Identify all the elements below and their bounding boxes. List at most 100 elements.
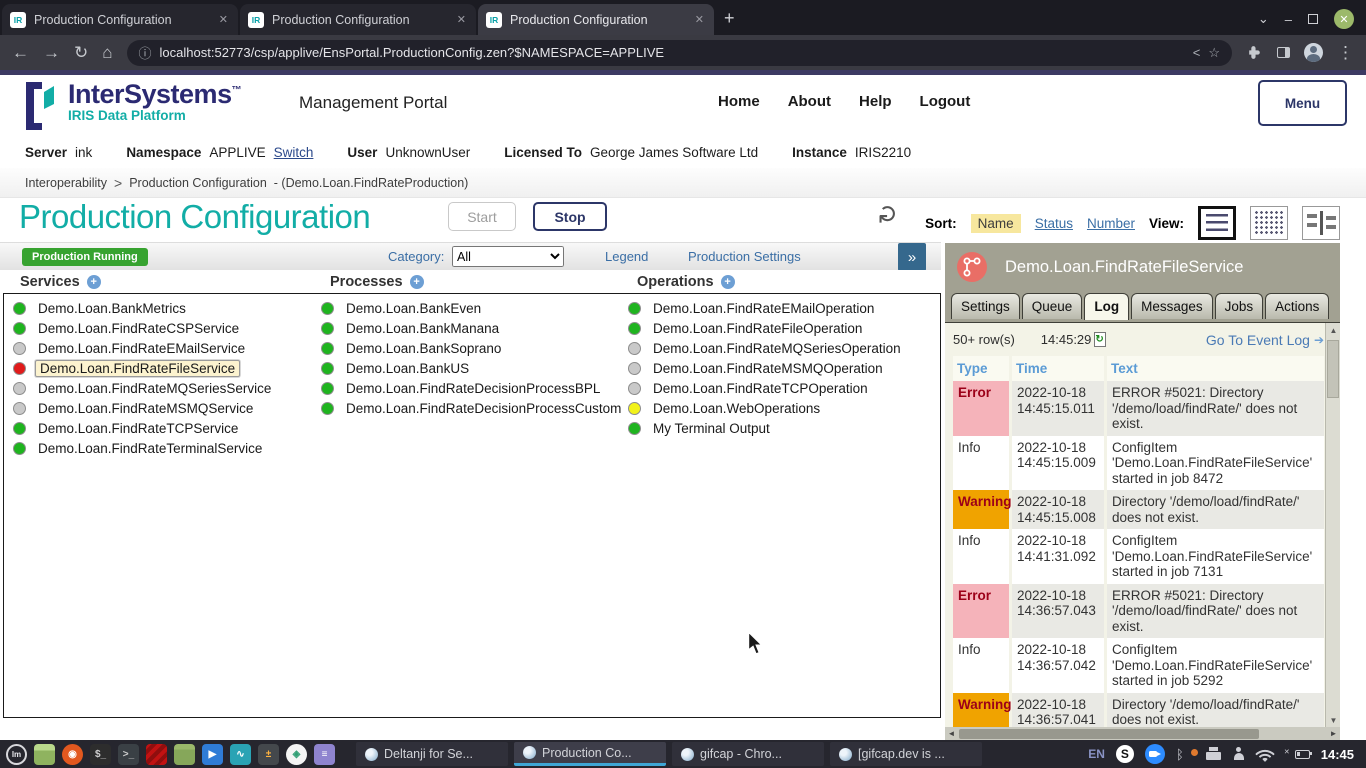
service-item[interactable]: Demo.Loan.FindRateTCPService [13,418,274,438]
skype-tray-icon[interactable]: S [1116,745,1134,763]
taskbar-window-button[interactable]: [gifcap.dev is ... [830,742,982,766]
restore-icon[interactable] [1308,14,1318,24]
legend-link[interactable]: Legend [605,249,648,264]
service-item[interactable]: Demo.Loan.FindRateEMailService [13,338,274,358]
service-item[interactable]: Demo.Loan.FindRateMSMQService [13,398,274,418]
auto-refresh-icon[interactable]: ↻ [1094,332,1106,347]
close-window-icon[interactable]: ✕ [1334,9,1354,29]
browser-tab-1[interactable]: IR Production Configuration ✕ [2,4,238,35]
log-row[interactable]: Info 2022-10-1814:41:31.092 ConfigItem '… [953,529,1324,584]
reload-icon[interactable]: ↻ [74,44,88,61]
add-operation-icon[interactable]: + [721,275,735,289]
process-item[interactable]: Demo.Loan.BankSoprano [321,338,624,358]
terminal-dollar-icon[interactable]: $_ [90,744,111,765]
mint-menu-icon[interactable]: lm [6,744,27,765]
menu-button[interactable]: Menu [1258,80,1347,126]
operation-item[interactable]: Demo.Loan.FindRateMQSeriesOperation [628,338,904,358]
details-tab[interactable]: Messages [1131,293,1213,319]
tab-close-icon[interactable]: ✕ [455,13,468,26]
address-bar[interactable]: ⓘ localhost:52773/csp/applive/EnsPortal.… [127,40,1232,66]
switch-link[interactable]: Switch [274,145,314,160]
log-row[interactable]: Info 2022-10-1814:45:15.009 ConfigItem '… [953,436,1324,491]
red-app-icon[interactable] [146,744,167,765]
service-item[interactable]: Demo.Loan.FindRateFileService [13,358,274,378]
scroll-down-arrow[interactable]: ▼ [1326,713,1340,727]
battery-icon[interactable] [1295,750,1310,759]
user-tray-icon[interactable] [1232,747,1246,761]
operation-item[interactable]: Demo.Loan.FindRateTCPOperation [628,378,904,398]
details-tab[interactable]: Log [1084,293,1129,320]
log-row[interactable]: Error 2022-10-1814:45:15.011 ERROR #5021… [953,381,1324,436]
view-grid-icon[interactable] [1250,206,1288,240]
site-info-icon[interactable]: ⓘ [139,43,152,62]
notes-app-icon[interactable]: ≡ [314,744,335,765]
compass-app-icon[interactable]: ◈ [286,744,307,765]
start-button[interactable]: Start [448,202,516,231]
process-item[interactable]: Demo.Loan.BankManana [321,318,624,338]
share-icon[interactable]: < [1193,45,1201,60]
process-item[interactable]: Demo.Loan.BankUS [321,358,624,378]
folder-app-icon[interactable] [174,744,195,765]
process-item[interactable]: Demo.Loan.BankEven [321,298,624,318]
scroll-left-arrow[interactable]: ◄ [945,727,958,740]
new-tab-button[interactable]: + [724,8,735,29]
operation-item[interactable]: Demo.Loan.FindRateFileOperation [628,318,904,338]
zoom-tray-icon[interactable] [1145,744,1165,764]
operation-item[interactable]: Demo.Loan.FindRateEMailOperation [628,298,904,318]
panel-horizontal-scrollbar[interactable]: ◄ ► [945,727,1340,740]
scrollbar-thumb[interactable] [959,729,1259,739]
details-tab[interactable]: Settings [951,293,1020,319]
browser-tab-3-active[interactable]: IR Production Configuration ✕ [478,4,714,35]
forward-icon[interactable]: → [43,44,60,61]
nav-help[interactable]: Help [859,93,892,110]
nav-logout[interactable]: Logout [920,93,971,110]
log-row[interactable]: Warning 2022-10-1814:36:57.041 Directory… [953,693,1324,728]
stop-button[interactable]: Stop [533,202,607,231]
add-process-icon[interactable]: + [410,275,424,289]
tab-close-icon[interactable]: ✕ [693,13,706,26]
nav-home[interactable]: Home [718,93,760,110]
minimize-icon[interactable]: – [1285,12,1292,27]
browser-menu-icon[interactable]: ⋮ [1337,44,1354,61]
production-settings-link[interactable]: Production Settings [688,249,801,264]
view-list-icon[interactable] [1198,206,1236,240]
log-row[interactable]: Warning 2022-10-1814:45:15.008 Directory… [953,490,1324,529]
sort-by-name[interactable]: Name [971,214,1021,233]
add-service-icon[interactable]: + [87,275,101,289]
orange-app-icon[interactable]: ◉ [62,744,83,765]
service-item[interactable]: Demo.Loan.FindRateCSPService [13,318,274,338]
extensions-icon[interactable] [1246,44,1263,61]
service-item[interactable]: Demo.Loan.FindRateTerminalService [13,438,274,458]
url-text[interactable]: localhost:52773/csp/applive/EnsPortal.Pr… [160,45,1185,60]
bluetooth-icon[interactable]: ᛒ [1176,747,1184,762]
sort-by-number[interactable]: Number [1087,216,1135,231]
breadcrumb-root[interactable]: Interoperability [25,176,107,190]
browser-tab-2[interactable]: IR Production Configuration ✕ [240,4,476,35]
taskbar-window-button[interactable]: gifcap - Chro... [672,742,824,766]
process-item[interactable]: Demo.Loan.FindRateDecisionProcessCustom [321,398,624,418]
monitor-app-icon[interactable]: ∿ [230,744,251,765]
files-app-icon[interactable] [34,744,55,765]
nav-about[interactable]: About [788,93,831,110]
sort-by-status[interactable]: Status [1035,216,1073,231]
home-icon[interactable]: ⌂ [102,44,112,61]
expand-panel-button[interactable]: » [898,243,926,271]
code-app-icon[interactable]: ▶ [202,744,223,765]
operation-item[interactable]: Demo.Loan.WebOperations [628,398,904,418]
scroll-right-arrow[interactable]: ► [1327,727,1340,740]
log-row[interactable]: Info 2022-10-1814:36:57.042 ConfigItem '… [953,638,1324,693]
calculator-app-icon[interactable]: ± [258,744,279,765]
terminal-prompt-icon[interactable]: >_ [118,744,139,765]
back-icon[interactable]: ← [12,44,29,61]
go-to-event-log-link[interactable]: Go To Event Log ➔ [1206,332,1324,348]
category-select[interactable]: All [452,246,564,267]
side-panel-icon[interactable] [1277,47,1290,58]
printer-icon[interactable] [1206,750,1221,761]
keyboard-layout-indicator[interactable]: EN [1088,747,1105,761]
scroll-up-arrow[interactable]: ▲ [1326,323,1340,338]
operation-item[interactable]: My Terminal Output [628,418,904,438]
bookmark-star-icon[interactable]: ☆ [1208,45,1220,61]
details-tab[interactable]: Queue [1022,293,1083,319]
log-row[interactable]: Error 2022-10-1814:36:57.043 ERROR #5021… [953,584,1324,639]
operation-item[interactable]: Demo.Loan.FindRateMSMQOperation [628,358,904,378]
